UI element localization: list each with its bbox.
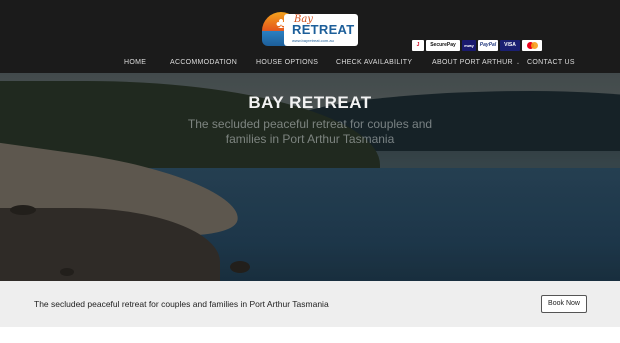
- book-now-button[interactable]: Book Now: [541, 295, 587, 313]
- mastercard-yellow-circle: [531, 42, 538, 49]
- main-nav: HOME ACCOMMODATION HOUSE OPTIONS CHECK A…: [0, 53, 620, 73]
- nav-item-label: CHECK AVAILABILITY: [336, 59, 413, 66]
- nav-item-accommodation[interactable]: ACCOMMODATION: [170, 53, 237, 73]
- nav-item-check-availability[interactable]: CHECK AVAILABILITY: [336, 53, 412, 73]
- paypal-icon: PayPal: [478, 40, 498, 51]
- nav-item-home[interactable]: HOME: [124, 53, 146, 73]
- site-header: ♣ Bay RETREAT www.bayretreat.com.au J Se…: [0, 0, 620, 73]
- nav-item-label: CONTACT US: [527, 59, 575, 66]
- nav-item-label: HOUSE OPTIONS: [256, 59, 319, 66]
- nav-item-contact-us[interactable]: CONTACT US: [527, 53, 575, 73]
- hero-banner: BAY RETREAT The secluded peaceful retrea…: [0, 73, 620, 281]
- logo-big-text: RETREAT: [292, 22, 355, 37]
- mastercard-icon: [522, 40, 542, 51]
- nav-item-label: ABOUT PORT ARTHUR: [432, 59, 513, 66]
- booking-band: The secluded peaceful retreat for couple…: [0, 281, 620, 327]
- chevron-down-icon: ⌄: [515, 60, 521, 66]
- nav-item-label: HOME: [124, 59, 147, 66]
- payment-j-icon: J: [412, 40, 424, 51]
- nav-item-label: ACCOMMODATION: [170, 59, 238, 66]
- nav-item-house-options[interactable]: HOUSE OPTIONS: [256, 53, 318, 73]
- booking-band-text: The secluded peaceful retreat for couple…: [34, 299, 329, 309]
- hero-title: BAY RETREAT: [248, 93, 372, 112]
- visa-icon: VISA: [500, 40, 520, 51]
- site-logo[interactable]: ♣ Bay RETREAT www.bayretreat.com.au: [262, 9, 358, 49]
- nav-item-about-port-arthur[interactable]: ABOUT PORT ARTHUR ⌄: [432, 53, 520, 73]
- hero-subtitle: The secluded peaceful retreat for couple…: [187, 117, 433, 146]
- securepay-icon: SecurePay: [426, 40, 460, 51]
- logo-url-text: www.bayretreat.com.au: [292, 38, 334, 43]
- payment-provider-icon: eway: [462, 40, 476, 51]
